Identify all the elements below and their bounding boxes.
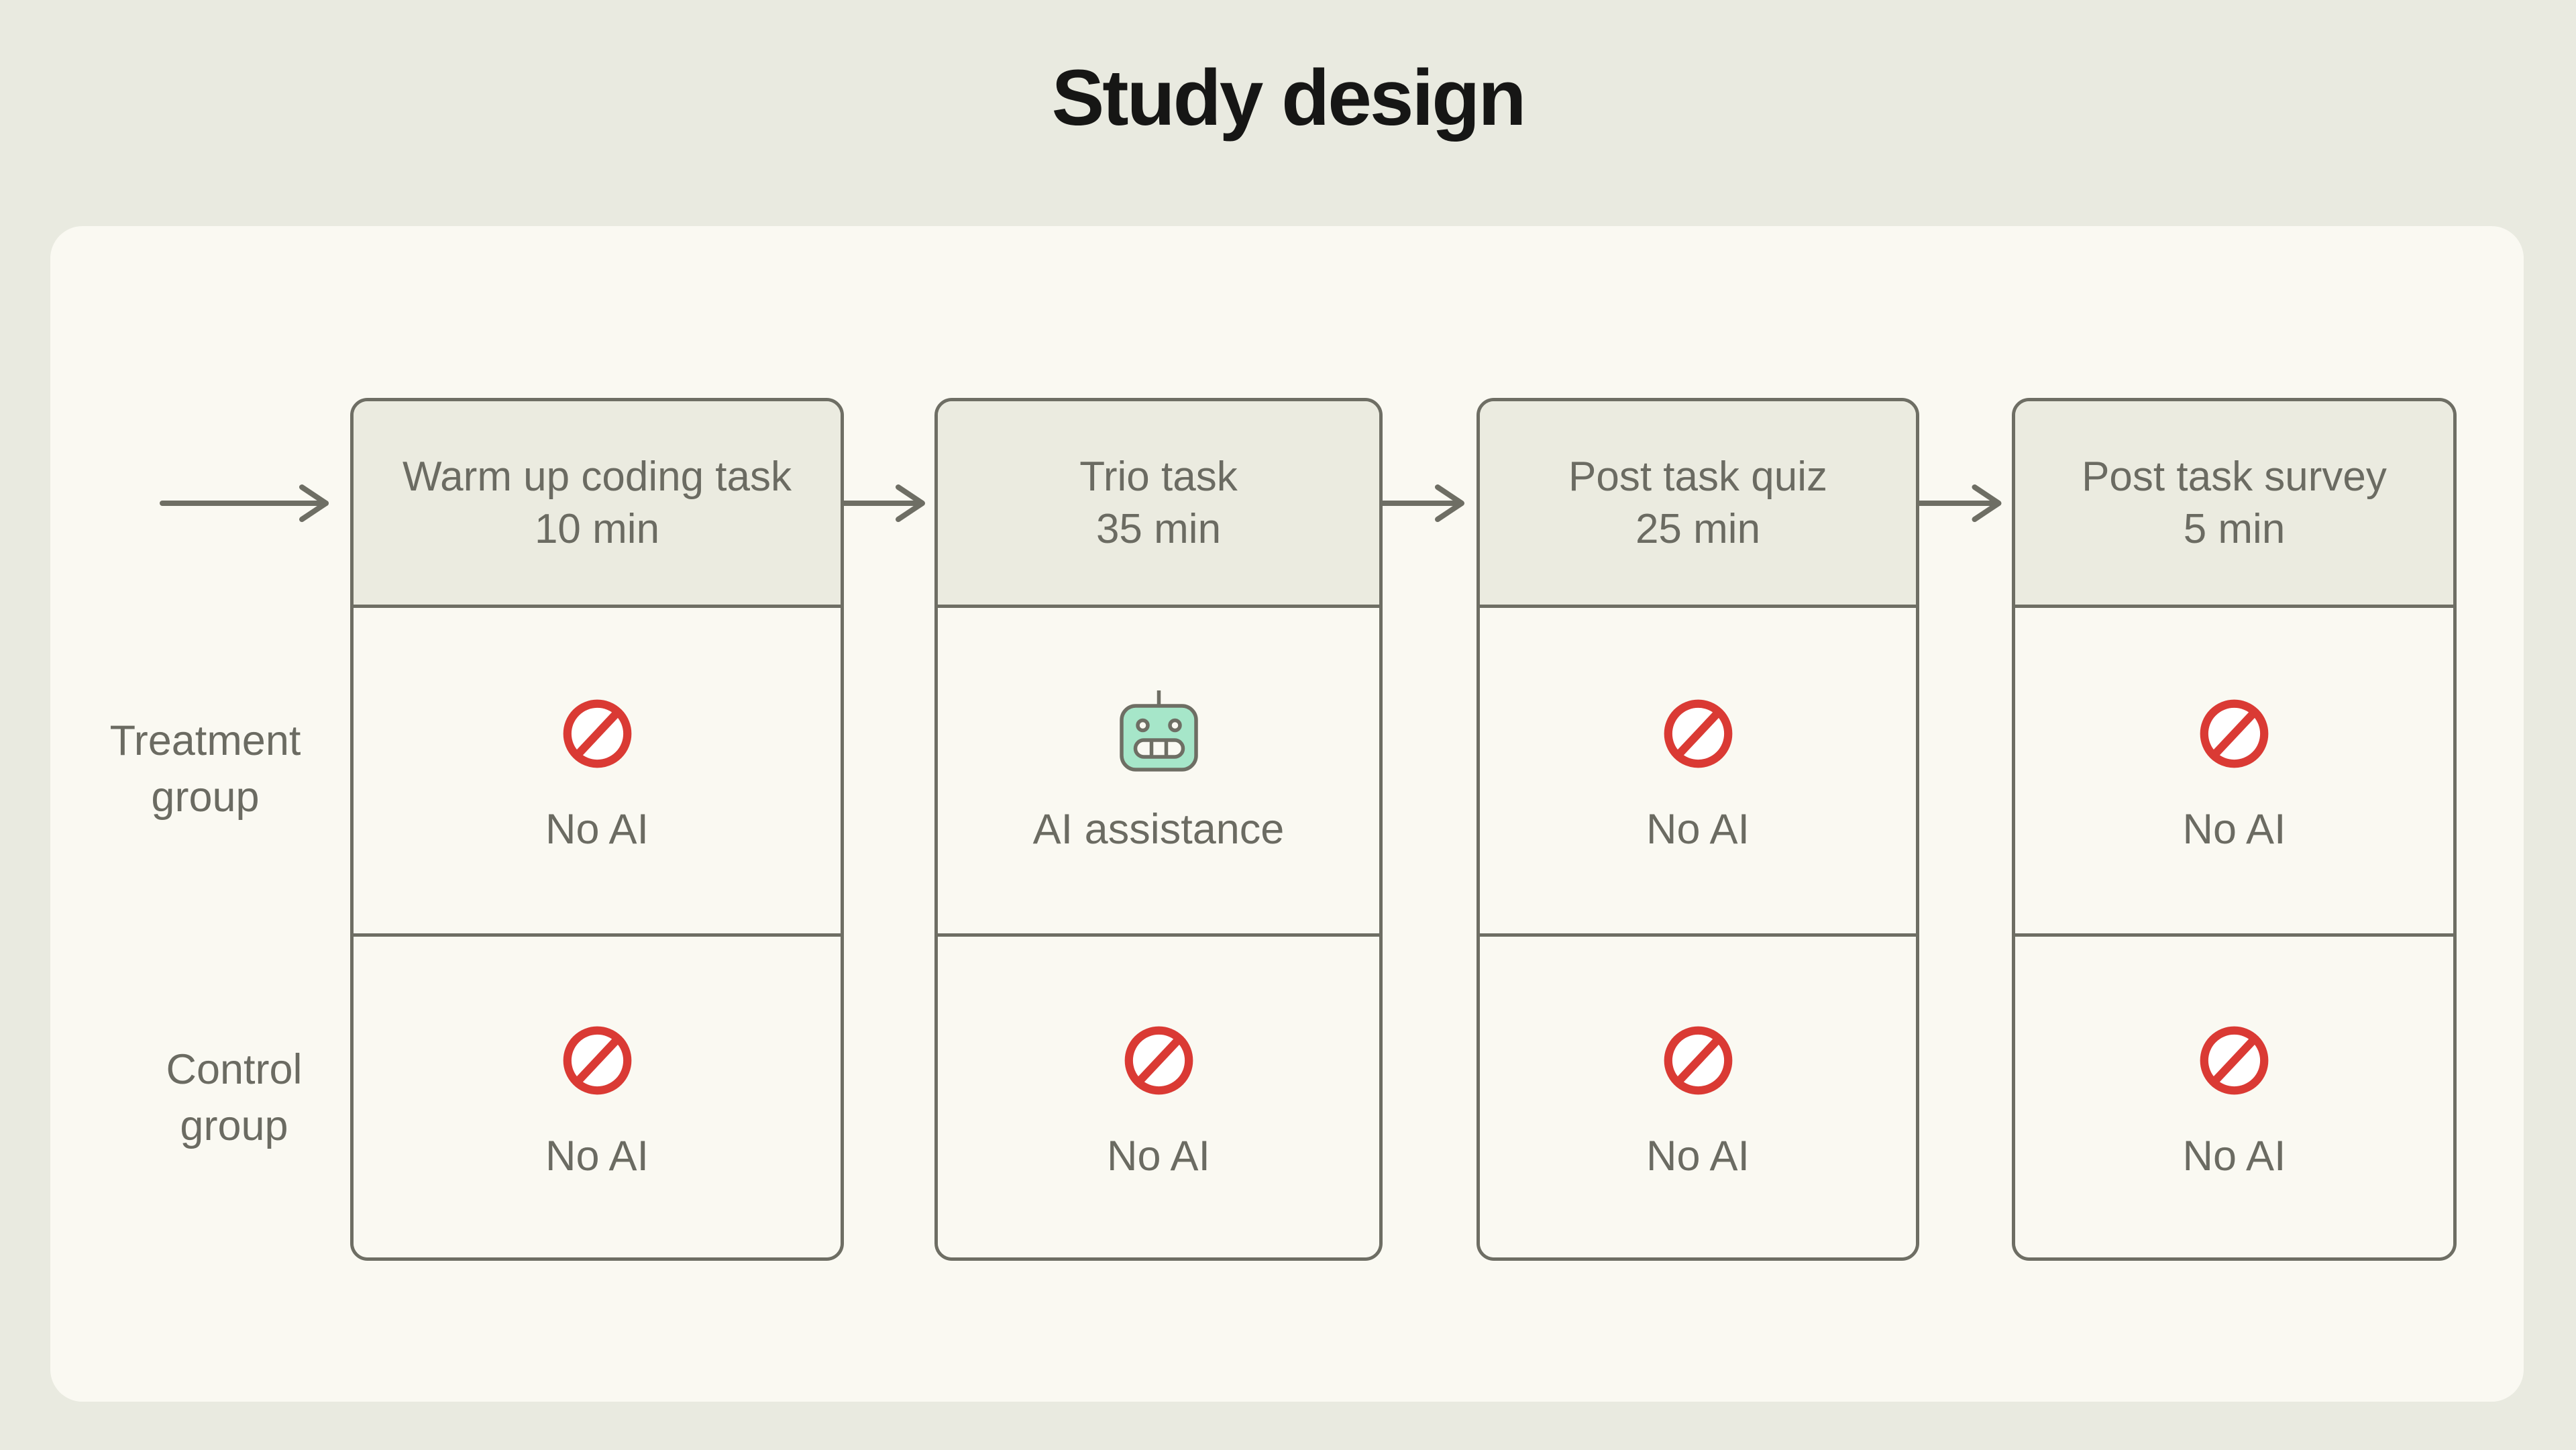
page-title: Study design <box>1051 54 1527 142</box>
control-cell: No AI <box>354 937 841 1257</box>
cell-label: No AI <box>1646 1132 1750 1180</box>
arrow-right-icon <box>843 484 925 522</box>
control-cell: No AI <box>2015 937 2453 1257</box>
stage-header: Warm up coding task 10 min <box>354 401 841 608</box>
stage-duration: 25 min <box>1635 505 1761 552</box>
robot-icon <box>1119 690 1198 772</box>
cell-label: No AI <box>2182 1132 2286 1180</box>
stage-title: Post task survey <box>2082 453 2387 500</box>
no-ai-icon <box>1664 699 1732 768</box>
stage-title: Warm up coding task <box>402 453 792 500</box>
stage-duration: 10 min <box>534 505 660 552</box>
arrow-right-icon <box>1919 484 2002 522</box>
stage-duration: 35 min <box>1095 505 1222 552</box>
no-ai-icon <box>563 699 631 768</box>
stage-column-quiz: Post task quiz 25 min No AI No AI <box>1477 398 1919 1261</box>
cell-label: No AI <box>545 806 649 853</box>
control-cell: No AI <box>938 937 1379 1257</box>
stage-header: Trio task 35 min <box>938 401 1379 608</box>
control-cell: No AI <box>1480 937 1916 1257</box>
cell-label: AI assistance <box>1032 806 1285 853</box>
no-ai-icon <box>2200 699 2269 768</box>
stage-column-survey: Post task survey 5 min No AI No AI <box>2012 398 2457 1261</box>
study-design-diagram: Study design Treatment group Control gro… <box>0 0 2576 1450</box>
stage-title: Trio task <box>1079 453 1238 500</box>
row-label-treatment-group: Treatment group <box>109 717 301 821</box>
stage-column-trio: Trio task 35 min AI assistance No AI <box>934 398 1383 1261</box>
treatment-cell: No AI <box>1480 608 1916 937</box>
no-ai-icon <box>2200 1026 2269 1094</box>
no-ai-icon <box>1124 1026 1193 1094</box>
arrow-right-icon <box>160 484 329 522</box>
no-ai-icon <box>1664 1026 1732 1094</box>
row-label-control-group: Control group <box>166 1046 303 1149</box>
stage-header: Post task survey 5 min <box>2015 401 2453 608</box>
cell-label: No AI <box>2182 806 2286 853</box>
no-ai-icon <box>563 1026 631 1094</box>
stage-header: Post task quiz 25 min <box>1480 401 1916 608</box>
treatment-cell: No AI <box>354 608 841 937</box>
cell-label: No AI <box>1106 1132 1211 1180</box>
treatment-cell: No AI <box>2015 608 2453 937</box>
stage-column-warmup: Warm up coding task 10 min No AI No AI <box>350 398 844 1261</box>
cell-label: No AI <box>545 1132 649 1180</box>
arrow-right-icon <box>1382 484 1464 522</box>
treatment-cell: AI assistance <box>938 608 1379 937</box>
stage-duration: 5 min <box>2183 505 2286 552</box>
stage-title: Post task quiz <box>1568 453 1827 500</box>
cell-label: No AI <box>1646 806 1750 853</box>
